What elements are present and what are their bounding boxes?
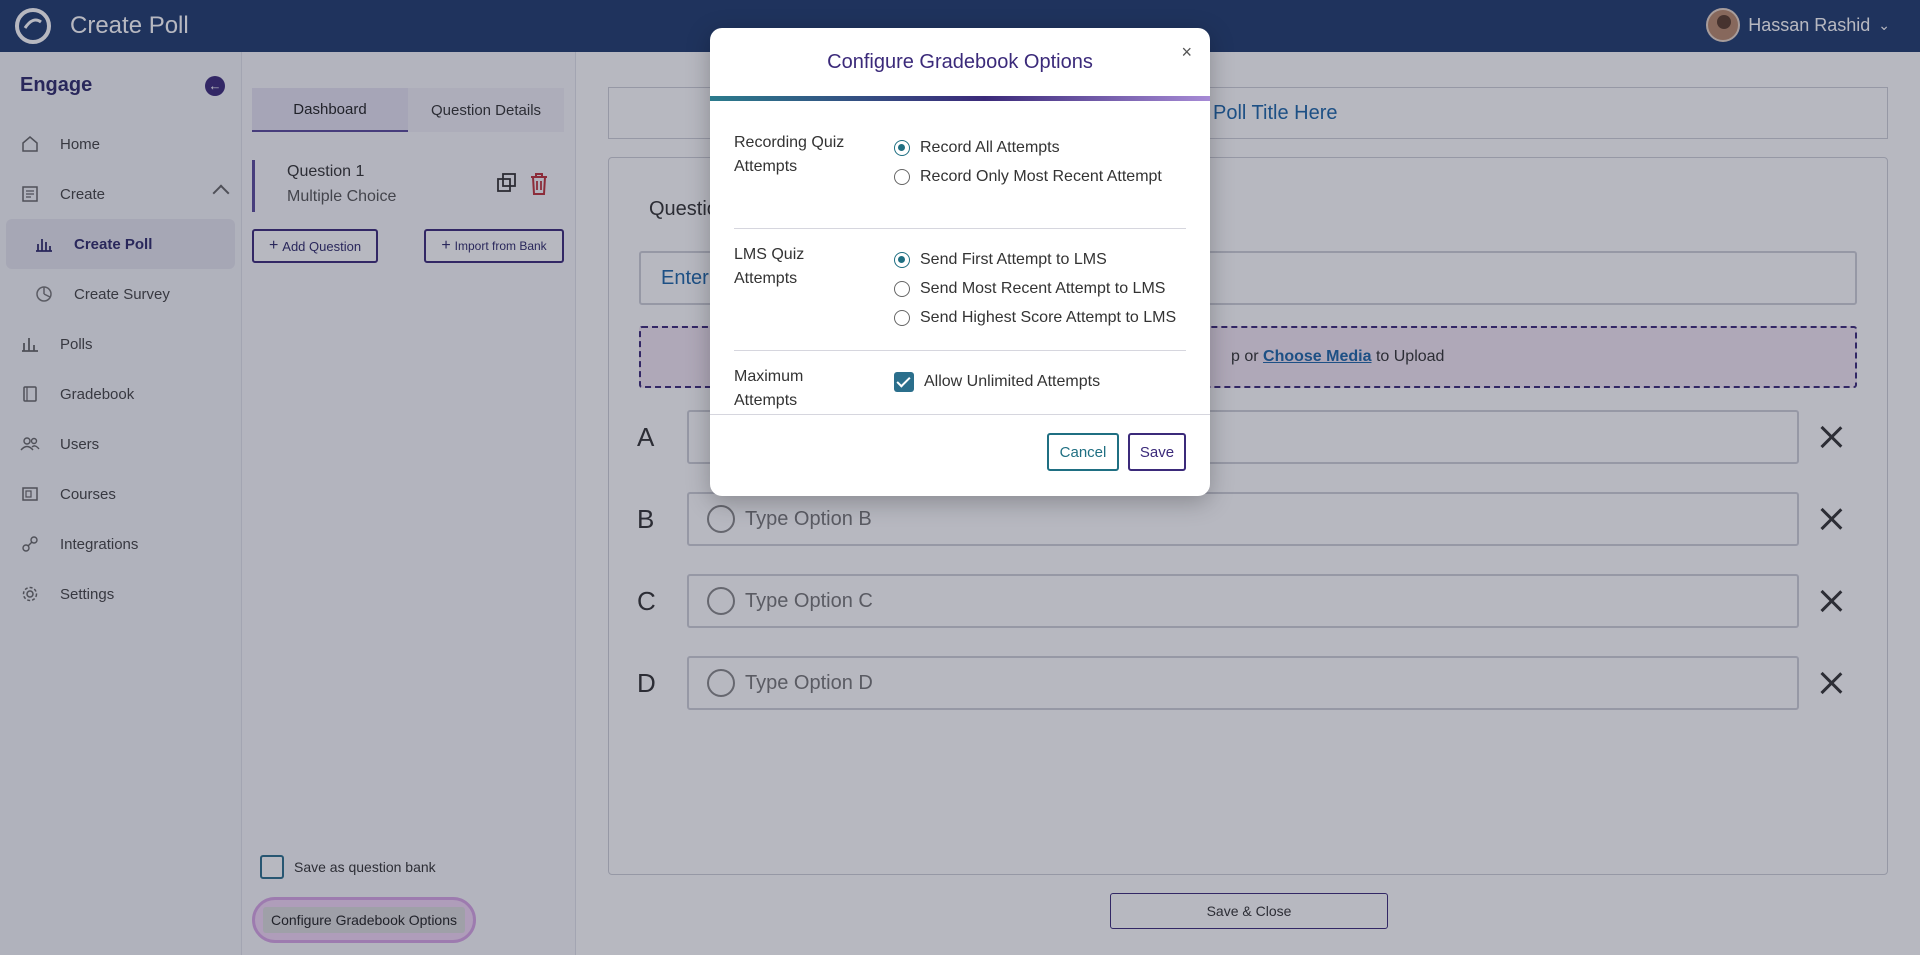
gradebook-options-modal: Configure Gradebook Options × Recording … [710,28,1210,496]
record-recent-option[interactable]: Record Only Most Recent Attempt [894,162,1162,191]
radio-unselected[interactable] [894,168,910,185]
option-label: Send Most Recent Attempt to LMS [920,279,1166,297]
option-label: Allow Unlimited Attempts [924,372,1101,390]
option-label: Record Only Most Recent Attempt [920,167,1162,185]
radio-unselected[interactable] [894,280,910,297]
modal-footer: Cancel Save [710,414,1210,496]
radio-selected[interactable] [894,139,910,156]
recording-attempts-section: Recording Quiz Attempts Record All Attem… [734,123,1186,229]
modal-title: Configure Gradebook Options [827,50,1093,73]
modal-accent-bar [710,96,1210,101]
lms-attempts-section: LMS Quiz Attempts Send First Attempt to … [734,229,1186,351]
close-icon[interactable]: × [1181,42,1192,63]
save-button[interactable]: Save [1128,433,1186,471]
option-label: Record All Attempts [920,138,1060,156]
record-all-option[interactable]: Record All Attempts [894,133,1162,162]
send-recent-option[interactable]: Send Most Recent Attempt to LMS [894,274,1176,303]
send-first-option[interactable]: Send First Attempt to LMS [894,245,1176,274]
unlimited-attempts-option[interactable]: Allow Unlimited Attempts [894,367,1100,396]
option-label: Send Highest Score Attempt to LMS [920,308,1177,326]
cancel-button[interactable]: Cancel [1047,433,1119,471]
section-label: Recording Quiz Attempts [734,134,845,175]
max-attempts-section: Maximum Attempts Allow Unlimited Attempt… [734,351,1186,414]
section-label: LMS Quiz Attempts [734,246,805,287]
radio-unselected[interactable] [894,309,910,326]
send-highest-option[interactable]: Send Highest Score Attempt to LMS [894,303,1176,332]
checkbox-checked-icon[interactable] [894,371,914,392]
radio-selected[interactable] [894,251,910,268]
option-label: Send First Attempt to LMS [920,250,1107,268]
section-label: Maximum Attempts [734,368,804,409]
